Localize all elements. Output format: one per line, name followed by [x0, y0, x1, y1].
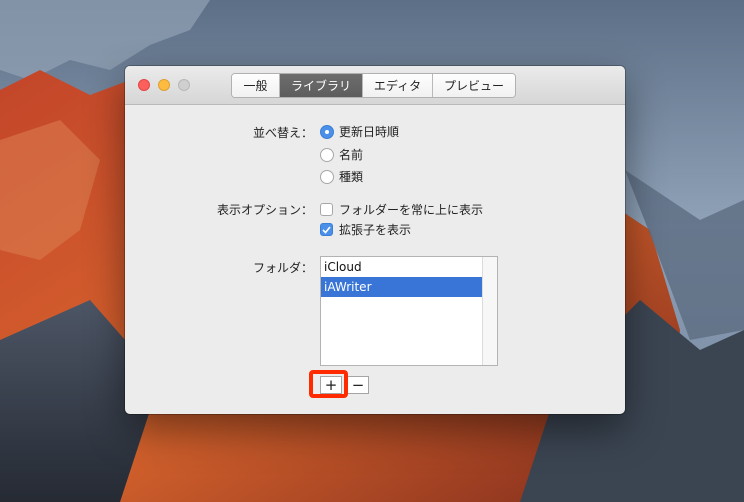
show-extension-option[interactable]: 拡張子を表示: [320, 221, 411, 238]
sort-option-label: 更新日時順: [339, 125, 400, 139]
radio-icon[interactable]: [320, 147, 334, 162]
checkbox-checked-icon[interactable]: [320, 223, 333, 236]
tab-editor[interactable]: エディタ: [363, 74, 433, 97]
tab-general[interactable]: 一般: [232, 74, 280, 97]
folder-item-icloud[interactable]: iCloud: [321, 257, 484, 277]
remove-folder-button[interactable]: −: [347, 376, 369, 394]
sort-option-kind[interactable]: 種類: [320, 168, 363, 185]
add-folder-button[interactable]: +: [320, 376, 342, 394]
display-options-label: 表示オプション：: [216, 203, 313, 217]
tab-preview[interactable]: プレビュー: [433, 74, 515, 97]
close-window-button[interactable]: [138, 79, 150, 91]
option-label: 拡張子を表示: [339, 223, 412, 237]
radio-icon[interactable]: [320, 169, 334, 184]
folders-label: フォルダ：: [252, 261, 313, 275]
sort-option-name[interactable]: 名前: [320, 146, 363, 163]
radio-selected-icon[interactable]: [320, 124, 334, 139]
sort-option-label: 名前: [339, 148, 364, 162]
title-bar: 一般 ライブラリ エディタ プレビュー: [125, 66, 625, 105]
option-label: フォルダーを常に上に表示: [339, 203, 484, 217]
folder-list[interactable]: iCloud iAWriter: [320, 256, 498, 366]
sort-option-label: 種類: [339, 170, 364, 184]
zoom-window-button[interactable]: [178, 79, 190, 91]
folders-on-top-option[interactable]: フォルダーを常に上に表示: [320, 201, 483, 218]
sort-label: 並べ替え：: [252, 126, 313, 140]
checkbox-icon[interactable]: [320, 203, 333, 216]
tab-library[interactable]: ライブラリ: [280, 74, 363, 97]
plus-icon: +: [324, 375, 338, 394]
minus-icon: −: [351, 375, 365, 394]
preferences-tab-bar: 一般 ライブラリ エディタ プレビュー: [231, 73, 516, 98]
minimize-window-button[interactable]: [158, 79, 170, 91]
folder-item-iawriter[interactable]: iAWriter: [321, 277, 484, 297]
preferences-window: 一般 ライブラリ エディタ プレビュー 並べ替え： 更新日時順 名前 種類 表示…: [125, 66, 625, 414]
sort-option-modified[interactable]: 更新日時順: [320, 123, 399, 140]
scrollbar[interactable]: [482, 257, 497, 365]
